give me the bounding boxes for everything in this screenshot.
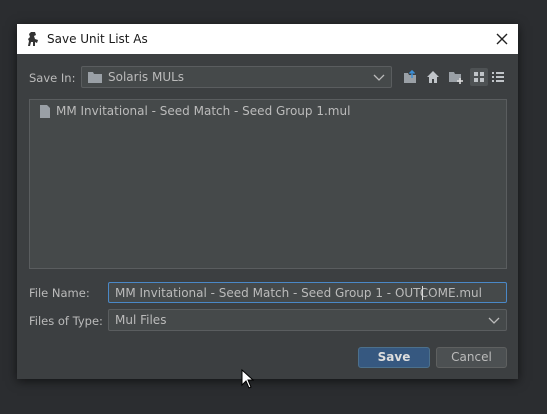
list-view-button[interactable] <box>470 68 488 86</box>
close-icon[interactable] <box>494 31 510 47</box>
cancel-button[interactable]: Cancel <box>436 347 507 368</box>
up-one-level-icon <box>404 70 416 83</box>
text-caret <box>422 286 423 300</box>
chevron-down-icon <box>373 74 385 81</box>
new-folder-button[interactable] <box>447 68 465 86</box>
details-view-icon <box>492 72 504 82</box>
file-list[interactable]: MM Invitational - Seed Match - Seed Grou… <box>29 99 507 269</box>
file-type-value: Mul Files <box>115 313 167 327</box>
save-dialog: Save Unit List As Save In: Solaris MULs <box>17 24 518 379</box>
up-one-level-button[interactable] <box>401 68 419 86</box>
file-type-label: Files of Type: <box>29 314 103 328</box>
details-view-button[interactable] <box>489 68 507 86</box>
folder-icon <box>88 72 102 83</box>
save-button[interactable]: Save <box>358 347 430 368</box>
save-in-label: Save In: <box>29 71 76 85</box>
file-type-dropdown[interactable]: Mul Files <box>108 309 507 331</box>
new-folder-icon <box>449 72 463 84</box>
save-in-dropdown[interactable]: Solaris MULs <box>81 66 392 88</box>
save-in-value: Solaris MULs <box>108 70 185 84</box>
file-name: MM Invitational - Seed Match - Seed Grou… <box>56 104 351 118</box>
chevron-down-icon <box>488 317 500 324</box>
mech-icon <box>28 32 38 46</box>
title-bar[interactable]: Save Unit List As <box>17 24 518 54</box>
mouse-pointer-icon <box>241 369 254 389</box>
dialog-title: Save Unit List As <box>47 32 148 46</box>
home-button[interactable] <box>424 68 442 86</box>
file-name-input[interactable]: MM Invitational - Seed Match - Seed Grou… <box>108 282 507 303</box>
list-view-icon <box>474 72 484 82</box>
file-name-label: File Name: <box>29 286 90 300</box>
file-name-value: MM Invitational - Seed Match - Seed Grou… <box>115 286 482 300</box>
file-icon <box>40 105 50 118</box>
home-icon <box>427 71 439 83</box>
